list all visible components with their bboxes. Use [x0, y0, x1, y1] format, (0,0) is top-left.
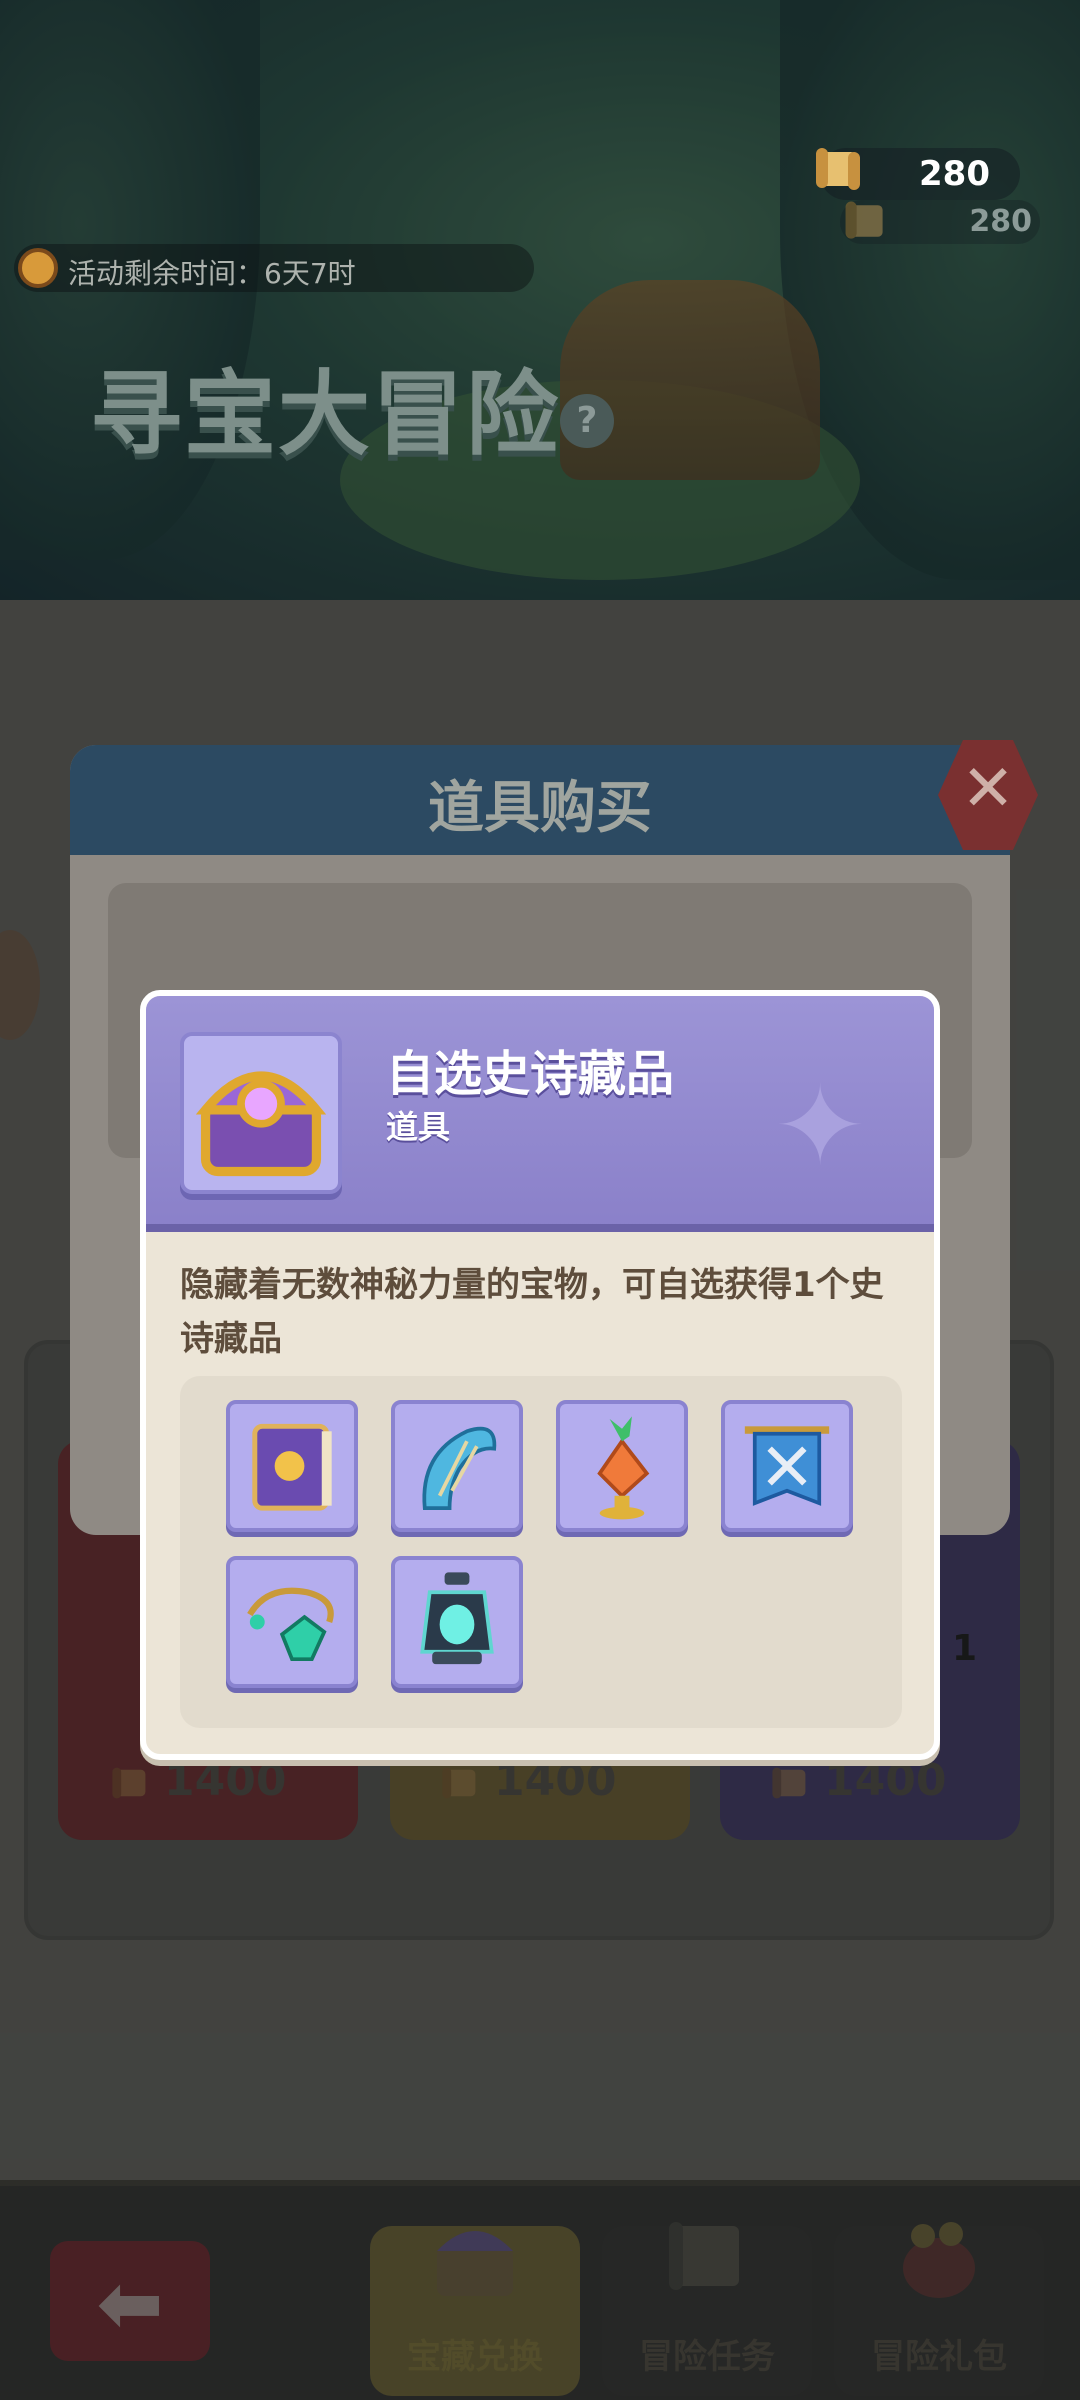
crystal-carrot-icon	[597, 1416, 650, 1520]
close-icon: ✕	[961, 752, 1015, 826]
help-button[interactable]: ?	[560, 394, 614, 448]
harp-icon	[422, 1426, 497, 1511]
reward-option[interactable]	[556, 1400, 688, 1532]
item-type: 道具	[386, 1108, 451, 1146]
item-description: 隐藏着无数神秘力量的宝物，可自选获得1个史诗藏品	[180, 1265, 884, 1359]
clock-icon	[18, 248, 58, 288]
currency-counter: 280	[816, 148, 1020, 200]
scroll-currency-icon	[845, 201, 883, 239]
reward-option[interactable]	[226, 1400, 358, 1532]
item-name: 自选史诗藏品	[386, 1046, 675, 1102]
event-timer-text: 活动剩余时间：6天7时	[68, 257, 356, 290]
event-timer: 活动剩余时间：6天7时	[14, 244, 534, 292]
gem-amulet-icon	[247, 1587, 334, 1662]
reward-option[interactable]	[721, 1400, 853, 1532]
reward-options	[180, 1376, 902, 1728]
item-detail-header: ✦ 自选史诗藏品 道具	[146, 996, 934, 1232]
epic-chest-icon	[195, 1071, 327, 1177]
currency-secondary-value: 280	[969, 204, 1032, 239]
currency-counter-secondary: 280	[840, 200, 1040, 244]
reward-option[interactable]	[226, 1556, 358, 1688]
sparkle-icon: ✦	[774, 1062, 867, 1190]
header-divider	[146, 1224, 934, 1232]
crossed-swords-banner-icon	[744, 1426, 830, 1506]
currency-value: 280	[919, 154, 990, 194]
reward-option[interactable]	[391, 1556, 523, 1688]
scroll-currency-icon	[816, 148, 860, 190]
purchase-dialog-header: 道具购买	[70, 745, 1010, 855]
item-icon-frame	[180, 1032, 342, 1194]
lantern-icon	[420, 1572, 494, 1665]
event-title: 寻宝大冒险	[90, 361, 561, 468]
item-detail-popup: ✦ 自选史诗藏品 道具 隐藏着无数神秘力量的宝物，可自选获得1个史诗藏品	[140, 990, 940, 1760]
reward-option[interactable]	[391, 1400, 523, 1532]
spellbook-icon	[252, 1423, 332, 1511]
purchase-dialog-title: 道具购买	[428, 776, 652, 841]
